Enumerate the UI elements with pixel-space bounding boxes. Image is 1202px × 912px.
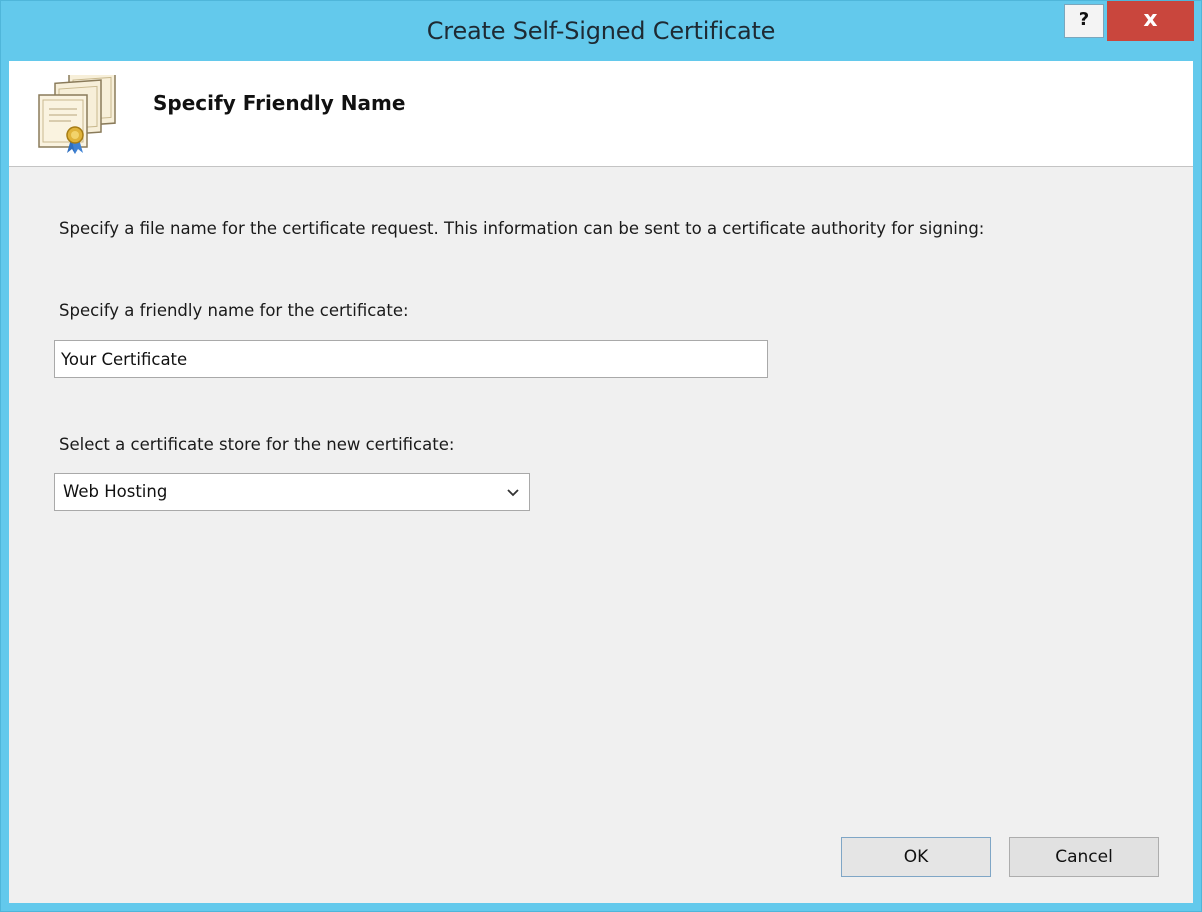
- dialog-window: Create Self-Signed Certificate ? x Speci…: [0, 0, 1202, 912]
- certificate-store-label: Select a certificate store for the new c…: [59, 435, 455, 454]
- wizard-header: Specify Friendly Name: [9, 61, 1193, 167]
- window-title: Create Self-Signed Certificate: [426, 17, 776, 45]
- cancel-button[interactable]: Cancel: [1009, 837, 1159, 877]
- friendly-name-input[interactable]: [54, 340, 768, 378]
- close-button[interactable]: x: [1107, 1, 1194, 41]
- help-button[interactable]: ?: [1064, 4, 1104, 38]
- page-title: Specify Friendly Name: [153, 91, 406, 115]
- certificate-store-value: Web Hosting: [63, 482, 168, 501]
- friendly-name-label: Specify a friendly name for the certific…: [59, 301, 409, 320]
- ok-button[interactable]: OK: [841, 837, 991, 877]
- certificate-stack-icon: [38, 75, 116, 154]
- chevron-down-icon: [507, 489, 519, 497]
- wizard-content: Specify a file name for the certificate …: [9, 167, 1193, 903]
- title-bar[interactable]: Create Self-Signed Certificate ? x: [1, 1, 1201, 61]
- certificate-store-dropdown[interactable]: Web Hosting: [54, 473, 530, 511]
- description-text: Specify a file name for the certificate …: [59, 219, 985, 238]
